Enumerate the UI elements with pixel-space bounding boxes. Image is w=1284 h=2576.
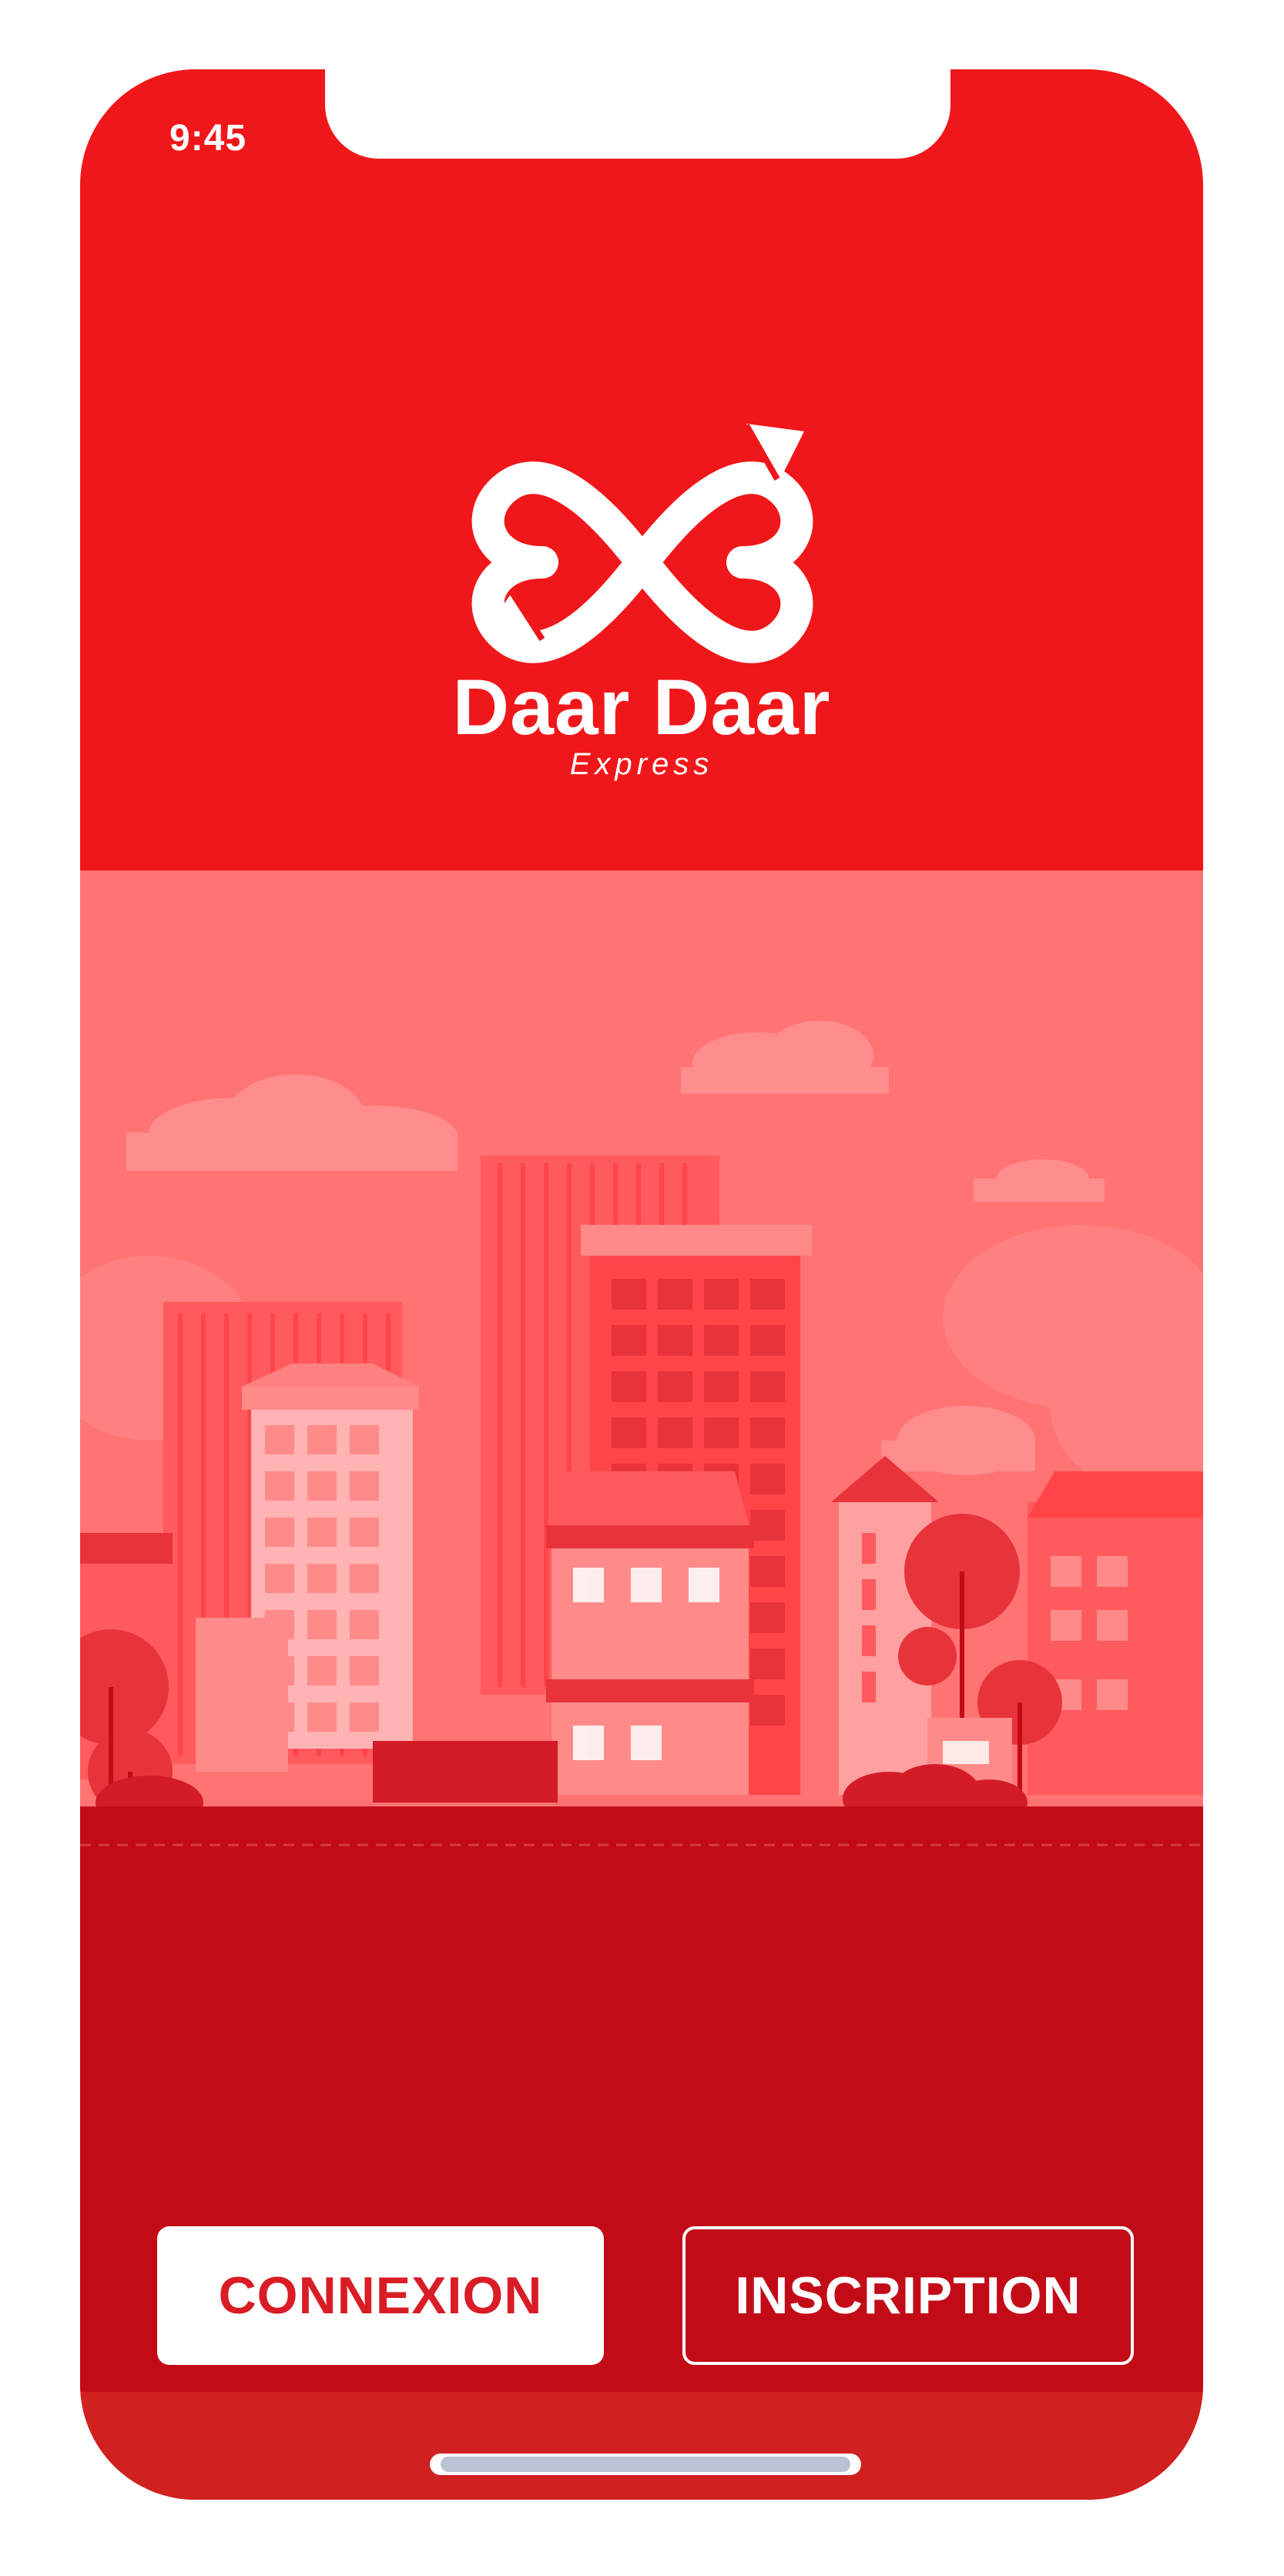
login-button[interactable]: CONNEXION <box>157 2226 604 2365</box>
brand-tagline: Express <box>569 747 714 781</box>
phone-screen: 9:45 Daar Daar Express CONNEXION INSCRIP… <box>80 69 1203 2500</box>
signup-button[interactable]: INSCRIPTION <box>682 2226 1134 2365</box>
home-indicator[interactable] <box>430 2454 861 2475</box>
home-indicator-bar <box>441 2457 850 2472</box>
splash-header: Daar Daar Express <box>80 69 1203 870</box>
bottom-strip <box>80 2392 1203 2500</box>
brand-name: Daar Daar <box>452 663 831 751</box>
city-skyline-illustration <box>80 870 1203 2072</box>
